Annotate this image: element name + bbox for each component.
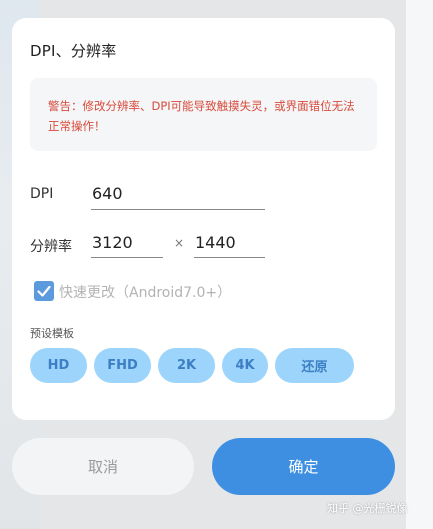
preset-restore-button[interactable]: 还原 — [275, 348, 354, 383]
dpi-input[interactable] — [91, 180, 265, 210]
cancel-button[interactable]: 取消 — [12, 438, 194, 495]
preset-4k-button[interactable]: 4K — [222, 348, 268, 383]
background-right-strip — [406, 0, 433, 529]
warning-box: 警告：修改分辨率、DPI可能导致触摸失灵，或界面错位无法正常操作！ — [30, 78, 377, 151]
preset-fhd-button[interactable]: FHD — [94, 348, 151, 383]
times-sign: × — [174, 236, 185, 250]
preset-hd-button[interactable]: HD — [30, 348, 87, 383]
watermark: 知乎 @光栅锐像 — [327, 502, 408, 515]
resolution-height-input[interactable] — [194, 230, 265, 258]
dpi-label: DPI — [30, 186, 54, 202]
quick-change-label: 快速更改（Android7.0+） — [59, 285, 232, 301]
quick-change-checkbox[interactable] — [34, 281, 54, 301]
ok-button[interactable]: 确定 — [212, 438, 395, 495]
check-icon — [37, 285, 51, 297]
dpi-resolution-dialog: DPI、分辨率 警告：修改分辨率、DPI可能导致触摸失灵，或界面错位无法正常操作… — [12, 18, 395, 420]
resolution-label: 分辨率 — [30, 239, 72, 255]
preset-label: 预设模板 — [30, 327, 74, 340]
dialog-title: DPI、分辨率 — [30, 42, 117, 60]
warning-text: 警告：修改分辨率、DPI可能导致触摸失灵，或界面错位无法正常操作！ — [48, 99, 355, 133]
resolution-width-input[interactable] — [91, 230, 163, 258]
preset-2k-button[interactable]: 2K — [158, 348, 215, 383]
